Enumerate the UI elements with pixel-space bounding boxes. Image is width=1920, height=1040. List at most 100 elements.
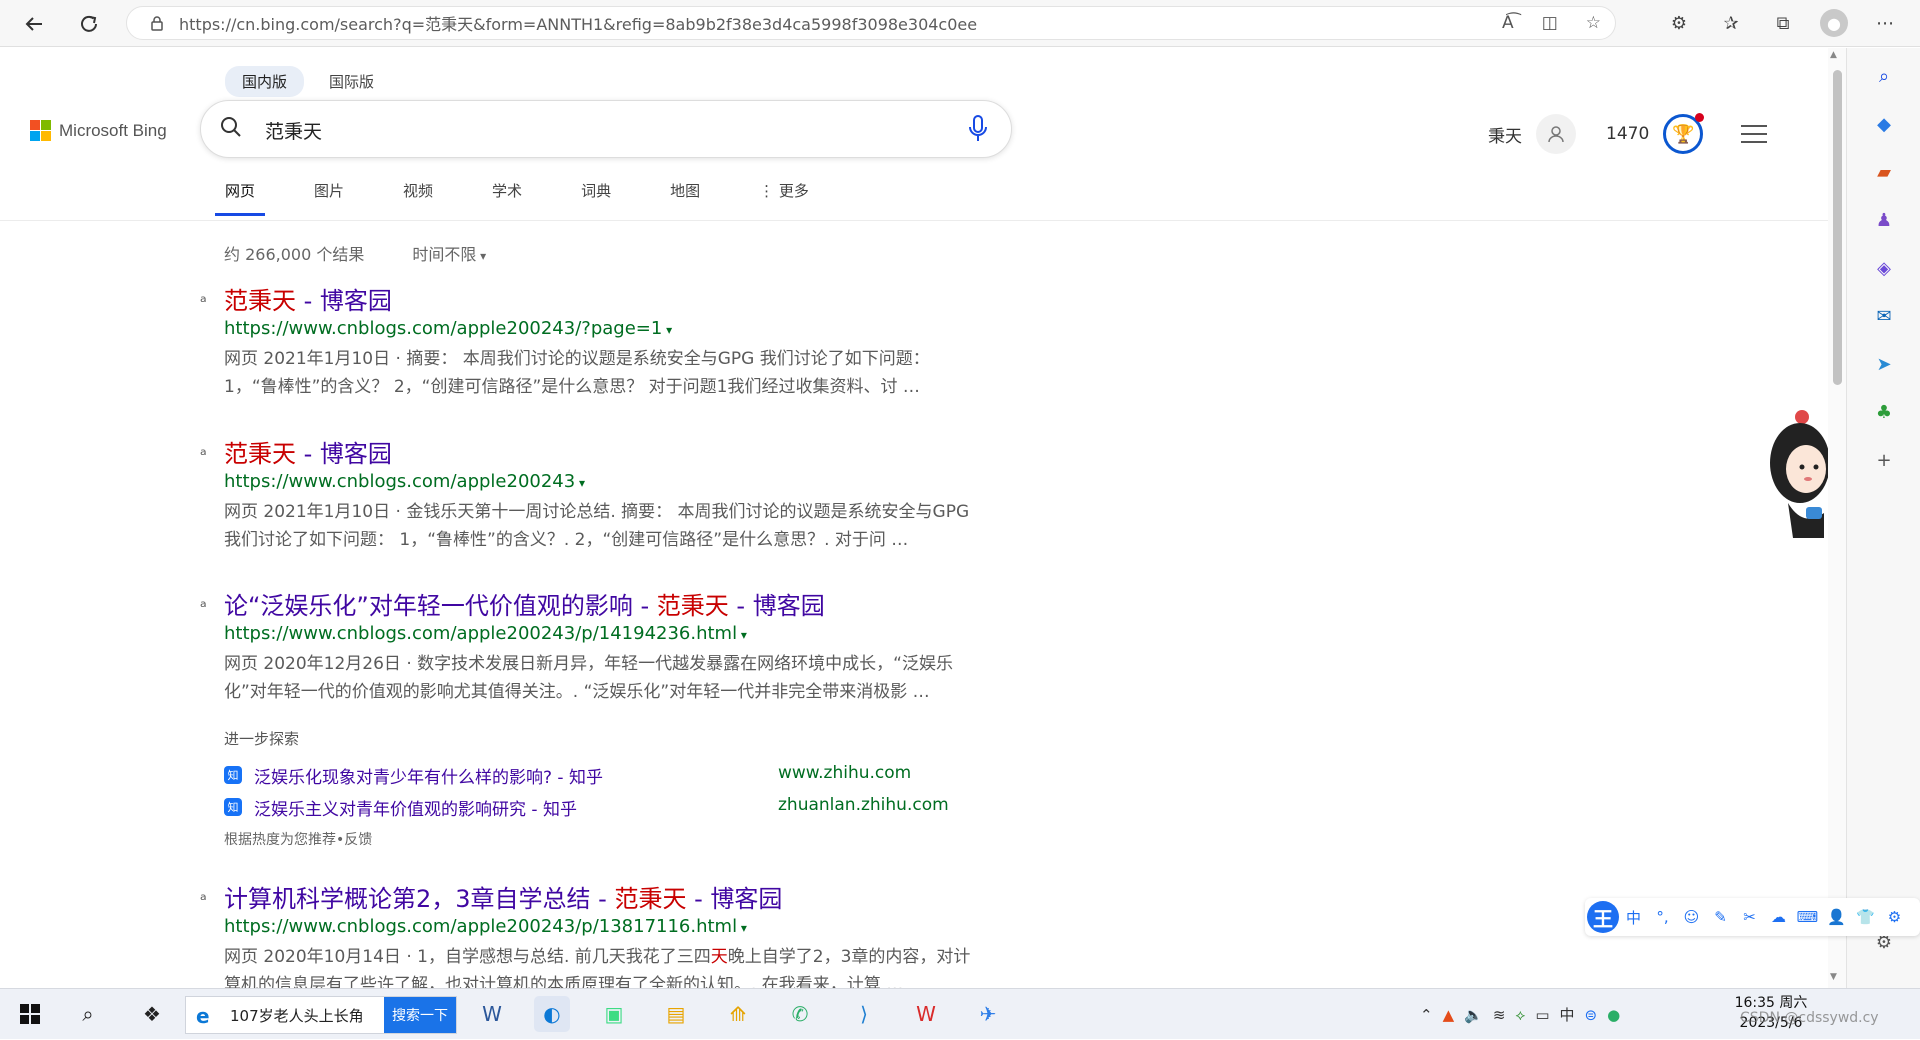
tree-icon[interactable]: ♣ (1870, 398, 1898, 426)
tab-maps[interactable]: 地图 (660, 176, 710, 216)
region-tab-international[interactable]: 国际版 (312, 66, 391, 97)
more-menu-icon[interactable]: ⋯ (1870, 8, 1900, 38)
favorites-icon[interactable]: ✰ (1716, 8, 1746, 38)
explore-domain[interactable]: www.zhihu.com (778, 763, 911, 783)
chevron-up-icon[interactable]: ⌃ (1420, 1006, 1433, 1024)
task-view-icon[interactable]: ❖ (134, 996, 170, 1032)
rewards-points[interactable]: 1470 (1606, 124, 1649, 144)
extensions-icon[interactable]: ⚙ (1664, 8, 1694, 38)
file-explorer-icon[interactable]: ▤ (658, 996, 694, 1032)
search-box[interactable]: 范秉天 (200, 100, 1012, 158)
scroll-up-arrow-icon[interactable]: ▲ (1830, 50, 1837, 60)
list-item[interactable]: 知 泛娱乐主义对青年价值观的影响研究 - 知乎 zhuanlan.zhihu.c… (224, 795, 984, 820)
refresh-button[interactable] (73, 8, 105, 40)
ime-mode-toggle[interactable]: 中 (1619, 907, 1648, 928)
profile-avatar[interactable]: ● (1820, 9, 1848, 37)
tools-briefcase-icon[interactable]: ▰ (1870, 158, 1898, 186)
explore-link[interactable]: 泛娱乐主义对青年价值观的影响研究 - 知乎 (254, 795, 577, 820)
user-icon[interactable]: 👤 (1822, 908, 1851, 926)
tray-app-icon[interactable]: ▲ (1443, 1006, 1455, 1024)
list-item[interactable]: 知 泛娱乐化现象对青少年有什么样的影响? - 知乎 www.zhihu.com (224, 763, 984, 788)
tab-academic[interactable]: 学术 (482, 176, 532, 216)
result-url[interactable]: https://www.cnblogs.com/apple200243/p/13… (224, 916, 747, 937)
explore-link[interactable]: 泛娱乐化现象对青少年有什么样的影响? - 知乎 (254, 763, 603, 788)
shopping-tag-icon[interactable]: ◆ (1870, 110, 1898, 138)
collections-icon[interactable]: ⧉ (1768, 8, 1798, 38)
explore-domain[interactable]: zhuanlan.zhihu.com (778, 795, 949, 815)
send-icon[interactable]: ➤ (1870, 350, 1898, 378)
taskbar-search-text[interactable]: 107岁老人头上长角 (230, 1005, 364, 1026)
result-url[interactable]: https://www.cnblogs.com/apple200243/?pag… (224, 318, 672, 339)
scope-tabs: 网页 图片 视频 学术 词典 地图 ⋮ 更多 (215, 176, 858, 216)
battery-icon[interactable]: ▭ (1535, 1006, 1549, 1024)
back-button[interactable] (18, 8, 50, 40)
split-screen-icon[interactable]: ◫ (1542, 13, 1558, 33)
windows-start-icon[interactable] (12, 996, 48, 1032)
security-icon[interactable]: ⟡ (1515, 1006, 1525, 1024)
result-url[interactable]: https://www.cnblogs.com/apple200243/p/14… (224, 623, 747, 644)
user-name[interactable]: 秉天 (1488, 122, 1522, 147)
read-aloud-icon[interactable]: A͡ (1502, 13, 1514, 33)
microphone-icon[interactable] (967, 114, 989, 144)
emoji-icon[interactable]: ☺ (1677, 908, 1706, 926)
system-tray: ⌃ ▲ 🔈 ≋ ⟡ ▭ 中 ⊜ ● (1420, 989, 1620, 1040)
explore-footer[interactable]: 根据热度为您推荐•反馈 (224, 829, 372, 849)
rewards-trophy-icon[interactable]: 🏆 (1663, 113, 1705, 154)
add-icon[interactable]: + (1870, 446, 1898, 474)
ime-logo-icon[interactable]: 王 (1587, 901, 1619, 933)
time-filter-dropdown[interactable]: 时间不限 (412, 241, 486, 265)
scissors-icon[interactable]: ✂ (1735, 908, 1764, 926)
pycharm-icon[interactable]: ▣ (596, 996, 632, 1032)
region-tab-domestic[interactable]: 国内版 (225, 66, 305, 97)
taskbar-search[interactable]: e 107岁老人头上长角 搜索一下 (185, 996, 457, 1034)
edge-icon[interactable]: ◐ (534, 996, 570, 1032)
bing-logo[interactable]: Microsoft Bing (30, 120, 167, 141)
result-title[interactable]: 范秉天 - 博客园 (224, 434, 392, 469)
outlook-icon[interactable]: ✉ (1870, 302, 1898, 330)
tab-images[interactable]: 图片 (304, 176, 354, 216)
speaker-icon[interactable]: 🔈 (1464, 1006, 1483, 1024)
tab-more[interactable]: ⋮ 更多 (749, 176, 819, 216)
wechat-icon[interactable]: ✆ (782, 996, 818, 1032)
tab-dictionary[interactable]: 词典 (571, 176, 621, 216)
ime-tray-icon[interactable]: ⊜ (1585, 1006, 1598, 1024)
office-icon[interactable]: ◈ (1870, 254, 1898, 282)
scroll-down-arrow-icon[interactable]: ▼ (1830, 972, 1837, 982)
wifi-icon[interactable]: ≋ (1493, 1006, 1506, 1024)
punctuation-icon[interactable]: °, (1648, 908, 1677, 926)
games-icon[interactable]: ♟ (1870, 206, 1898, 234)
wps-icon[interactable]: W (908, 996, 944, 1032)
feishu-icon[interactable]: ✈ (970, 996, 1006, 1032)
sticky-app-icon[interactable]: ⟰ (720, 996, 756, 1032)
vscode-icon[interactable]: ⟩ (846, 996, 882, 1032)
site-favicon-icon: ₐ (200, 592, 207, 612)
search-icon[interactable] (219, 115, 243, 139)
tab-videos[interactable]: 视频 (393, 176, 443, 216)
cloud-icon[interactable]: ☁ (1764, 908, 1793, 926)
region-tabs: 国内版 国际版 (225, 66, 391, 97)
scrollbar-thumb[interactable] (1833, 70, 1842, 385)
result-title[interactable]: 范秉天 - 博客园 (224, 281, 392, 316)
result-title[interactable]: 论“泛娱乐化”对年轻一代价值观的影响 - 范秉天 - 博客园 (224, 586, 825, 621)
taskbar-search-button[interactable]: 搜索一下 (384, 997, 456, 1033)
search-input[interactable]: 范秉天 (265, 117, 322, 144)
user-area: 秉天 1470 🏆 (1488, 113, 1768, 154)
search-icon[interactable]: ⌕ (1870, 62, 1898, 90)
handwriting-pen-icon[interactable]: ✎ (1706, 908, 1735, 926)
word-icon[interactable]: W (474, 996, 510, 1032)
address-bar[interactable]: https://cn.bing.com/search?q=范秉天&form=AN… (126, 6, 1616, 40)
site-favicon-icon: ₐ (200, 287, 207, 307)
favorite-star-icon[interactable]: ☆ (1586, 13, 1601, 33)
hamburger-menu-icon[interactable] (1741, 125, 1768, 143)
result-url[interactable]: https://www.cnblogs.com/apple200243 (224, 471, 585, 492)
tab-web[interactable]: 网页 (215, 176, 266, 216)
skin-shirt-icon[interactable]: 👕 (1851, 908, 1880, 926)
explore-further: 进一步探索 知 泛娱乐化现象对青少年有什么样的影响? - 知乎 www.zhih… (224, 728, 984, 848)
settings-gear-icon[interactable]: ⚙ (1880, 908, 1909, 926)
ime-language-indicator[interactable]: 中 (1560, 1004, 1575, 1025)
keyboard-icon[interactable]: ⌨ (1793, 908, 1822, 926)
search-icon[interactable]: ⌕ (70, 996, 106, 1032)
result-title[interactable]: 计算机科学概论第2，3章自学总结 - 范秉天 - 博客园 (224, 879, 782, 914)
green-tray-icon[interactable]: ● (1607, 1006, 1620, 1024)
user-avatar-icon[interactable] (1536, 114, 1576, 154)
